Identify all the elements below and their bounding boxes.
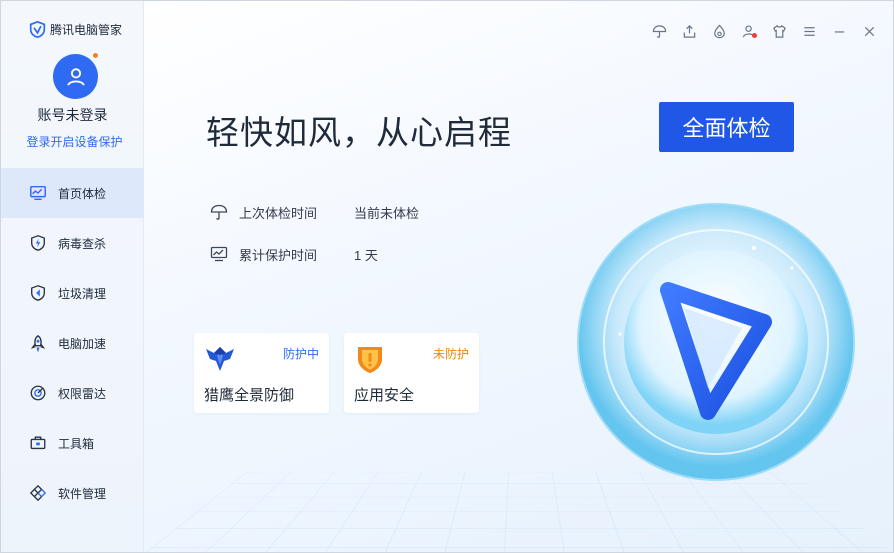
sidebar-item-permission-radar[interactable]: 权限雷达	[1, 368, 144, 418]
umbrella-icon[interactable]	[649, 21, 669, 41]
main-panel: 轻快如风，从心启程 全面体检 上次体检时间 当前未体检 累计保护时间 1 天 防…	[144, 1, 893, 552]
status-badge: 未防护	[432, 347, 469, 361]
avatar[interactable]	[53, 54, 98, 99]
app-brand: 腾讯电脑管家	[29, 19, 122, 39]
apps-icon	[28, 483, 48, 503]
app-title: 腾讯电脑管家	[50, 22, 123, 37]
account-name: 账号未登录	[37, 107, 108, 123]
sidebar-item-software-manager[interactable]: 软件管理	[1, 468, 144, 518]
card-title: 猎鹰全景防御	[204, 387, 295, 404]
last-scan-label: 上次体检时间	[239, 205, 318, 221]
sidebar-nav: 首页体检 病毒查杀 垃圾清理 电脑加速 权限雷达 工具箱 软件管理	[1, 168, 144, 518]
toolbox-icon	[28, 433, 48, 453]
title-bar-controls	[649, 21, 879, 41]
user-icon	[66, 67, 85, 86]
monitor-chart-icon	[28, 183, 48, 203]
shield-warning-icon	[358, 347, 382, 373]
monitor-chart-icon	[209, 244, 229, 264]
eagle-icon	[206, 347, 234, 371]
protect-time-label: 累计保护时间	[239, 247, 318, 263]
sidebar-item-label: 首页体检	[58, 186, 107, 201]
umbrella-icon	[209, 202, 229, 222]
sidebar-item-label: 权限雷达	[58, 386, 107, 401]
falcon-defense-card[interactable]: 防护中 猎鹰全景防御	[194, 333, 329, 413]
login-link[interactable]: 登录开启设备保护	[1, 133, 148, 150]
protection-orb	[577, 203, 855, 481]
sidebar-item-speed-up[interactable]: 电脑加速	[1, 318, 144, 368]
sidebar-item-home-scan[interactable]: 首页体检	[1, 168, 144, 218]
shirt-icon[interactable]	[769, 21, 789, 41]
background-grid	[144, 471, 893, 552]
upload-icon[interactable]	[679, 21, 699, 41]
full-scan-button[interactable]: 全面体检	[659, 102, 794, 152]
broom-shield-icon	[28, 283, 48, 303]
protect-time-row: 累计保护时间 1 天	[209, 242, 378, 266]
app-logo-icon	[29, 20, 46, 38]
app-security-card[interactable]: 未防护 应用安全	[344, 333, 479, 413]
sidebar-item-label: 软件管理	[58, 486, 107, 501]
notification-dot	[752, 33, 757, 38]
rocket-icon	[28, 333, 48, 353]
sidebar-item-toolbox[interactable]: 工具箱	[1, 418, 144, 468]
protect-time-value: 1 天	[354, 247, 378, 263]
card-title: 应用安全	[354, 387, 415, 404]
radar-icon	[28, 383, 48, 403]
sidebar-item-label: 病毒查杀	[58, 236, 107, 251]
last-scan-value: 当前未体检	[354, 205, 420, 221]
sidebar-item-junk-clean[interactable]: 垃圾清理	[1, 268, 144, 318]
status-badge: 防护中	[282, 347, 319, 361]
sidebar-item-label: 电脑加速	[58, 336, 107, 351]
user-badge-icon[interactable]	[739, 21, 759, 41]
minimize-icon[interactable]	[829, 21, 849, 41]
sidebar-item-virus-scan[interactable]: 病毒查杀	[1, 218, 144, 268]
menu-icon[interactable]	[799, 21, 819, 41]
sidebar-item-label: 工具箱	[58, 436, 95, 451]
headline: 轻快如风，从心启程	[206, 114, 512, 151]
sidebar-item-label: 垃圾清理	[58, 286, 107, 301]
app-window: 腾讯电脑管家 账号未登录 登录开启设备保护 首页体检 病毒查杀 垃圾清理 电脑加…	[0, 0, 894, 553]
sidebar: 腾讯电脑管家 账号未登录 登录开启设备保护 首页体检 病毒查杀 垃圾清理 电脑加…	[1, 1, 144, 552]
last-scan-row: 上次体检时间 当前未体检	[209, 200, 419, 224]
notification-dot	[92, 52, 99, 59]
flame-icon[interactable]	[709, 21, 729, 41]
close-icon[interactable]	[859, 21, 879, 41]
shield-bolt-icon	[28, 233, 48, 253]
